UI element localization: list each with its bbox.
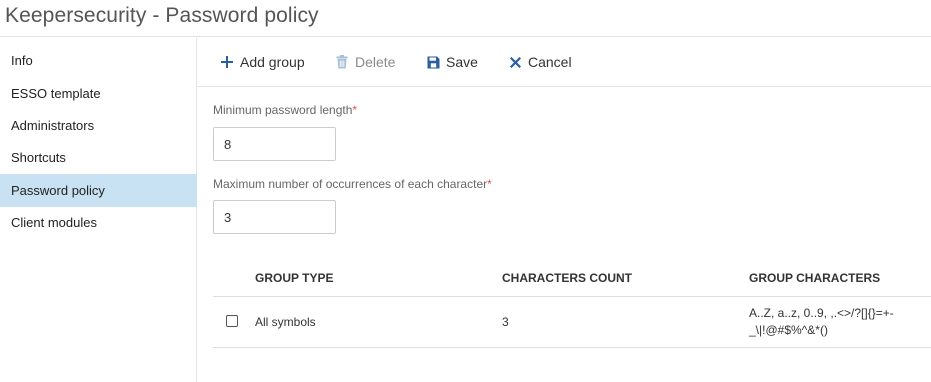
save-button[interactable]: Save [426,52,478,72]
sidebar: Info ESSO template Administrators Shortc… [0,38,197,382]
max-occurrences-label-text: Maximum number of occurrences of each ch… [213,177,488,191]
column-header-group-type[interactable]: GROUP TYPE [255,262,333,296]
column-header-characters-count[interactable]: CHARACTERS COUNT [502,262,632,296]
add-group-button[interactable]: Add group [220,52,305,72]
floppy-disk-icon [426,55,440,69]
max-occurrences-input[interactable] [213,200,336,234]
sidebar-item-shortcuts[interactable]: Shortcuts [0,141,197,174]
save-label: Save [446,54,478,70]
column-header-group-characters[interactable]: GROUP CHARACTERS [749,262,880,296]
delete-label: Delete [355,54,396,70]
group-characters-cell-line2: _\|!@#$%^&*() [749,323,828,337]
characters-count-cell: 3 [502,315,509,329]
row-checkbox[interactable] [226,315,238,327]
table-row[interactable]: All symbols 3 A..Z, a..z, 0..9, ,.<>/?[]… [213,297,931,348]
cancel-label: Cancel [528,54,572,70]
min-length-label: Minimum password length* [213,103,357,117]
delete-button[interactable]: Delete [335,52,395,72]
toolbar: Add group Delete Save Cancel [198,38,931,87]
x-icon [508,55,522,69]
sidebar-item-password-policy[interactable]: Password policy [0,174,197,207]
group-type-cell: All symbols [255,315,316,329]
trash-icon [335,55,349,69]
max-occurrences-label: Maximum number of occurrences of each ch… [213,177,492,191]
group-characters-cell-line1: A..Z, a..z, 0..9, ,.<>/?[]{}=+- [749,306,894,320]
sidebar-item-info[interactable]: Info [0,44,197,77]
sidebar-item-client-modules[interactable]: Client modules [0,206,197,239]
sidebar-item-esso-template[interactable]: ESSO template [0,77,197,110]
required-mark: * [487,177,492,191]
page-title: Keepersecurity - Password policy [5,4,319,27]
plus-icon [220,55,234,69]
required-mark: * [352,103,358,117]
sidebar-item-administrators[interactable]: Administrators [0,109,197,142]
cancel-button[interactable]: Cancel [508,52,572,72]
add-group-label: Add group [240,54,305,70]
title-bar: Keepersecurity - Password policy [0,0,931,37]
min-length-input[interactable] [213,127,336,161]
min-length-label-text: Minimum password length [213,103,353,117]
